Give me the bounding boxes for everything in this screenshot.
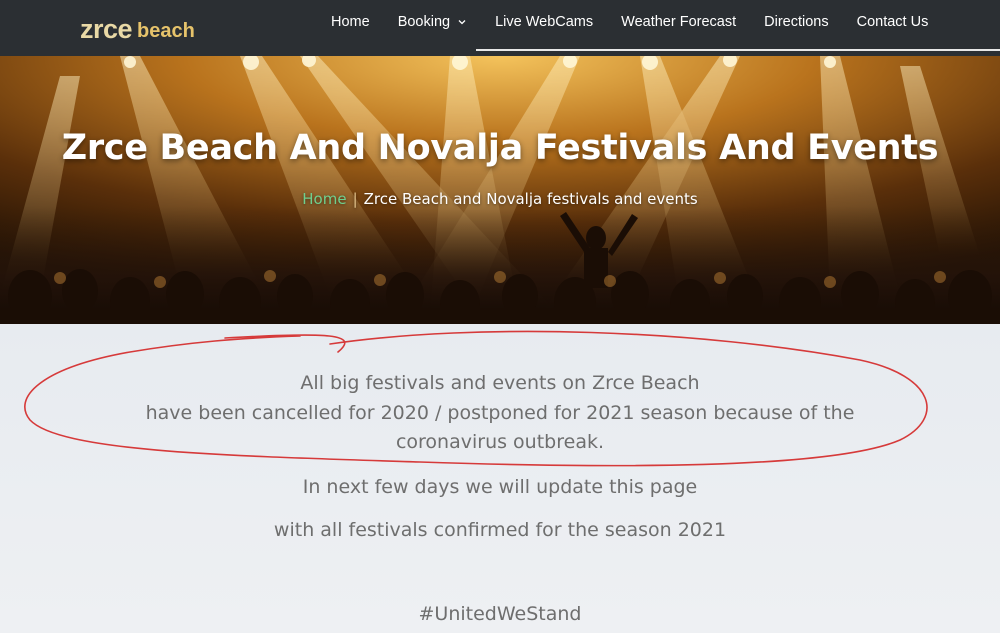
breadcrumb-current: Zrce Beach and Novalja festivals and eve… xyxy=(363,190,698,208)
update-line-2: with all festivals confirmed for the sea… xyxy=(273,519,727,541)
logo-main-text: zrce xyxy=(80,14,133,44)
nav-contact-us[interactable]: Contact Us xyxy=(857,14,929,30)
nav-contact-us-label: Contact Us xyxy=(856,14,929,30)
nav-booking[interactable]: Booking xyxy=(398,14,467,30)
nav-home[interactable]: Home xyxy=(331,14,370,30)
nav-live-webcams-label: Live WebCams xyxy=(495,14,594,30)
site-logo[interactable]: zrce beach xyxy=(80,11,195,43)
chevron-down-icon xyxy=(458,20,466,25)
hero-banner: Zrce Beach And Novalja Festivals And Eve… xyxy=(0,56,1000,324)
page-title: Zrce Beach And Novalja Festivals And Eve… xyxy=(61,128,939,168)
breadcrumb-home-link[interactable]: Home xyxy=(302,190,346,208)
page: zrce beach Home Booking Live WebCams Wea… xyxy=(0,0,1000,633)
nav-directions[interactable]: Directions xyxy=(764,14,828,30)
logo-sub-text: beach xyxy=(137,20,195,42)
nav-booking-label: Booking xyxy=(397,14,451,30)
nav-live-webcams[interactable]: Live WebCams xyxy=(495,14,593,30)
nav-home-label: Home xyxy=(331,14,370,30)
nav-weather-forecast[interactable]: Weather Forecast xyxy=(621,14,736,30)
hashtag: #UnitedWeStand xyxy=(418,603,582,625)
main-content: All big festivals and events on Zrce Bea… xyxy=(0,324,1000,633)
breadcrumb-separator: | xyxy=(352,190,358,208)
notice-line-2: have been cancelled for 2020 / postponed… xyxy=(145,402,855,424)
notice-line-1: All big festivals and events on Zrce Bea… xyxy=(300,372,700,394)
site-header: zrce beach Home Booking Live WebCams Wea… xyxy=(0,0,1000,56)
notice-line-3: coronavirus outbreak. xyxy=(395,431,605,453)
nav-weather-forecast-label: Weather Forecast xyxy=(621,14,737,30)
main-nav: Home Booking Live WebCams Weather Foreca… xyxy=(331,14,928,30)
nav-underline xyxy=(476,49,1000,51)
breadcrumb: Home | Zrce Beach and Novalja festivals an… xyxy=(0,190,1000,208)
nav-directions-label: Directions xyxy=(764,14,829,30)
update-line-1: In next few days we will update this pag… xyxy=(302,476,698,498)
